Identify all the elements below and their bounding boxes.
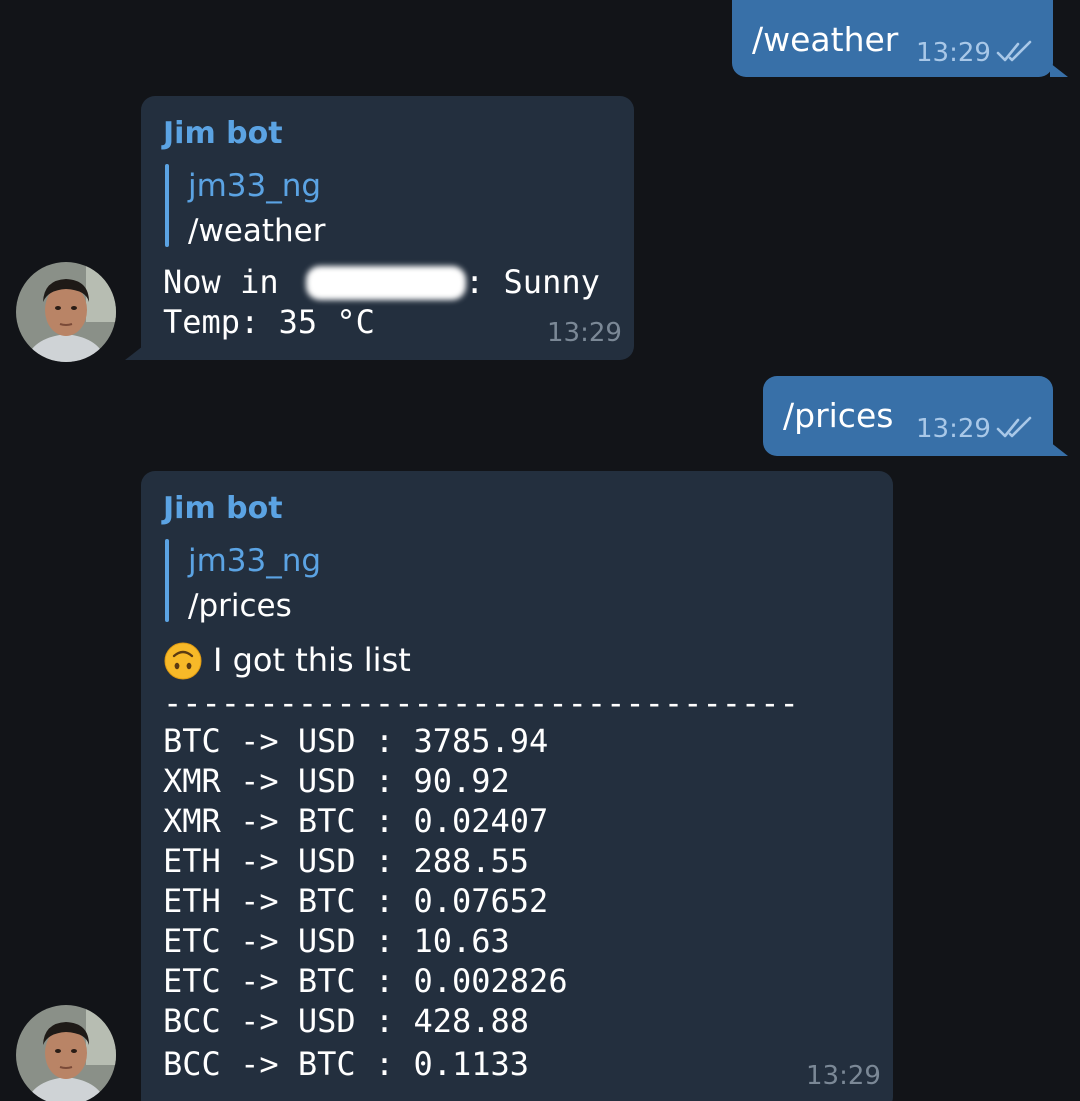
message-text: /prices (783, 396, 894, 435)
reply-text[interactable]: /weather (188, 213, 326, 249)
reply-quote-bar (165, 164, 169, 247)
message-time: 13:29 (547, 318, 622, 348)
weather-temp-line: Temp: 35 °C (163, 303, 375, 341)
upside-down-face-emoji-icon (164, 642, 202, 680)
price-row: ETC -> USD : 10.63 (163, 922, 510, 960)
message-text: /weather (752, 20, 899, 59)
user-photo-icon (16, 1005, 116, 1101)
user-photo-icon (16, 262, 116, 362)
avatar[interactable] (16, 262, 116, 362)
message-time: 13:29 (806, 1061, 881, 1091)
reply-author[interactable]: jm33_ng (188, 543, 321, 579)
message-time: 13:29 (916, 38, 991, 68)
reply-quote-bar (165, 539, 169, 622)
outgoing-message-prices[interactable]: /prices 13:29 (763, 376, 1053, 456)
double-check-icon (996, 416, 1032, 438)
bubble-tail (1050, 442, 1068, 456)
price-row: ETH -> USD : 288.55 (163, 842, 530, 880)
intro-text: I got this list (213, 641, 411, 679)
divider-line: --------------------------------- (163, 684, 799, 722)
chat-history: /weather 13:29 Jim bot jm33_ng /weather … (0, 0, 1080, 1101)
reply-text[interactable]: /prices (188, 588, 292, 624)
bubble-tail (1050, 63, 1068, 77)
price-row: XMR -> BTC : 0.02407 (163, 802, 549, 840)
weather-line-suffix: : Sunny (465, 263, 600, 301)
price-row: ETC -> BTC : 0.002826 (163, 962, 568, 1000)
price-row: BTC -> USD : 3785.94 (163, 722, 549, 760)
price-row: XMR -> USD : 90.92 (163, 762, 510, 800)
incoming-message-weather[interactable]: Jim bot jm33_ng /weather Now in : Sunny … (141, 96, 634, 360)
sender-name[interactable]: Jim bot (163, 116, 283, 151)
outgoing-message-weather[interactable]: /weather 13:29 (732, 0, 1053, 77)
avatar[interactable] (16, 1005, 116, 1101)
double-check-icon (996, 40, 1032, 62)
redacted-location (306, 266, 466, 300)
sender-name[interactable]: Jim bot (163, 491, 283, 526)
incoming-message-prices[interactable]: Jim bot jm33_ng /prices I got this list … (141, 471, 893, 1101)
reply-author[interactable]: jm33_ng (188, 168, 321, 204)
message-time: 13:29 (916, 414, 991, 444)
price-row: ETH -> BTC : 0.07652 (163, 882, 549, 920)
weather-line-prefix: Now in (163, 263, 298, 301)
price-row: BCC -> USD : 428.88 (163, 1002, 530, 1040)
bubble-tail (125, 346, 143, 360)
price-row: BCC -> BTC : 0.1133 (163, 1045, 530, 1083)
